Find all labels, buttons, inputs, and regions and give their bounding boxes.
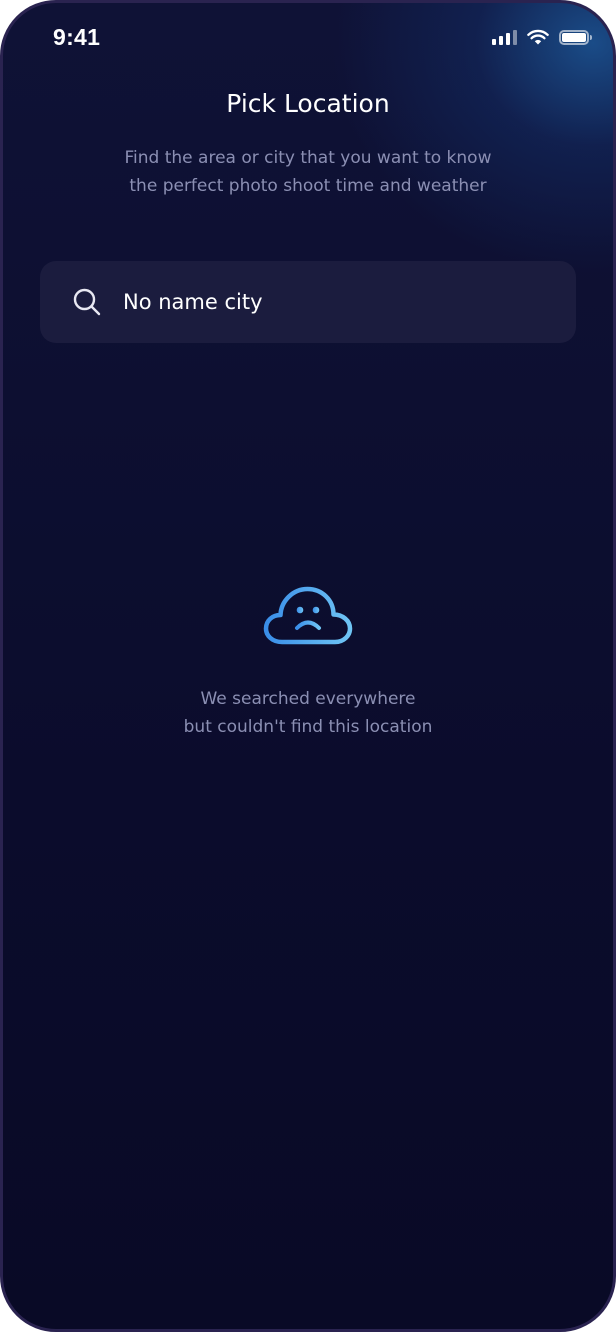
search-input[interactable] (123, 290, 523, 314)
status-icons (492, 29, 592, 45)
empty-state-line-1: We searched everywhere (200, 689, 416, 709)
search-icon (73, 288, 101, 316)
page-title: Pick Location (226, 89, 390, 118)
wifi-icon (527, 29, 549, 45)
search-field[interactable] (40, 261, 576, 343)
battery-icon (559, 29, 592, 45)
subtitle-line-1: Find the area or city that you want to k… (124, 148, 492, 168)
empty-state-message: We searched everywhere but couldn't find… (3, 685, 613, 741)
subtitle-line-2: the perfect photo shoot time and weather (129, 176, 487, 196)
status-bar: 9:41 (3, 3, 613, 75)
phone-screen: 9:41 Pick Location Find the area or city… (0, 0, 616, 1332)
sad-cloud-icon (263, 586, 353, 645)
empty-state-line-2: but couldn't find this location (183, 717, 433, 737)
empty-state: We searched everywhere but couldn't find… (3, 585, 613, 741)
status-time: 9:41 (53, 24, 101, 50)
page-subtitle: Find the area or city that you want to k… (63, 144, 553, 200)
cellular-signal-icon (492, 29, 517, 45)
